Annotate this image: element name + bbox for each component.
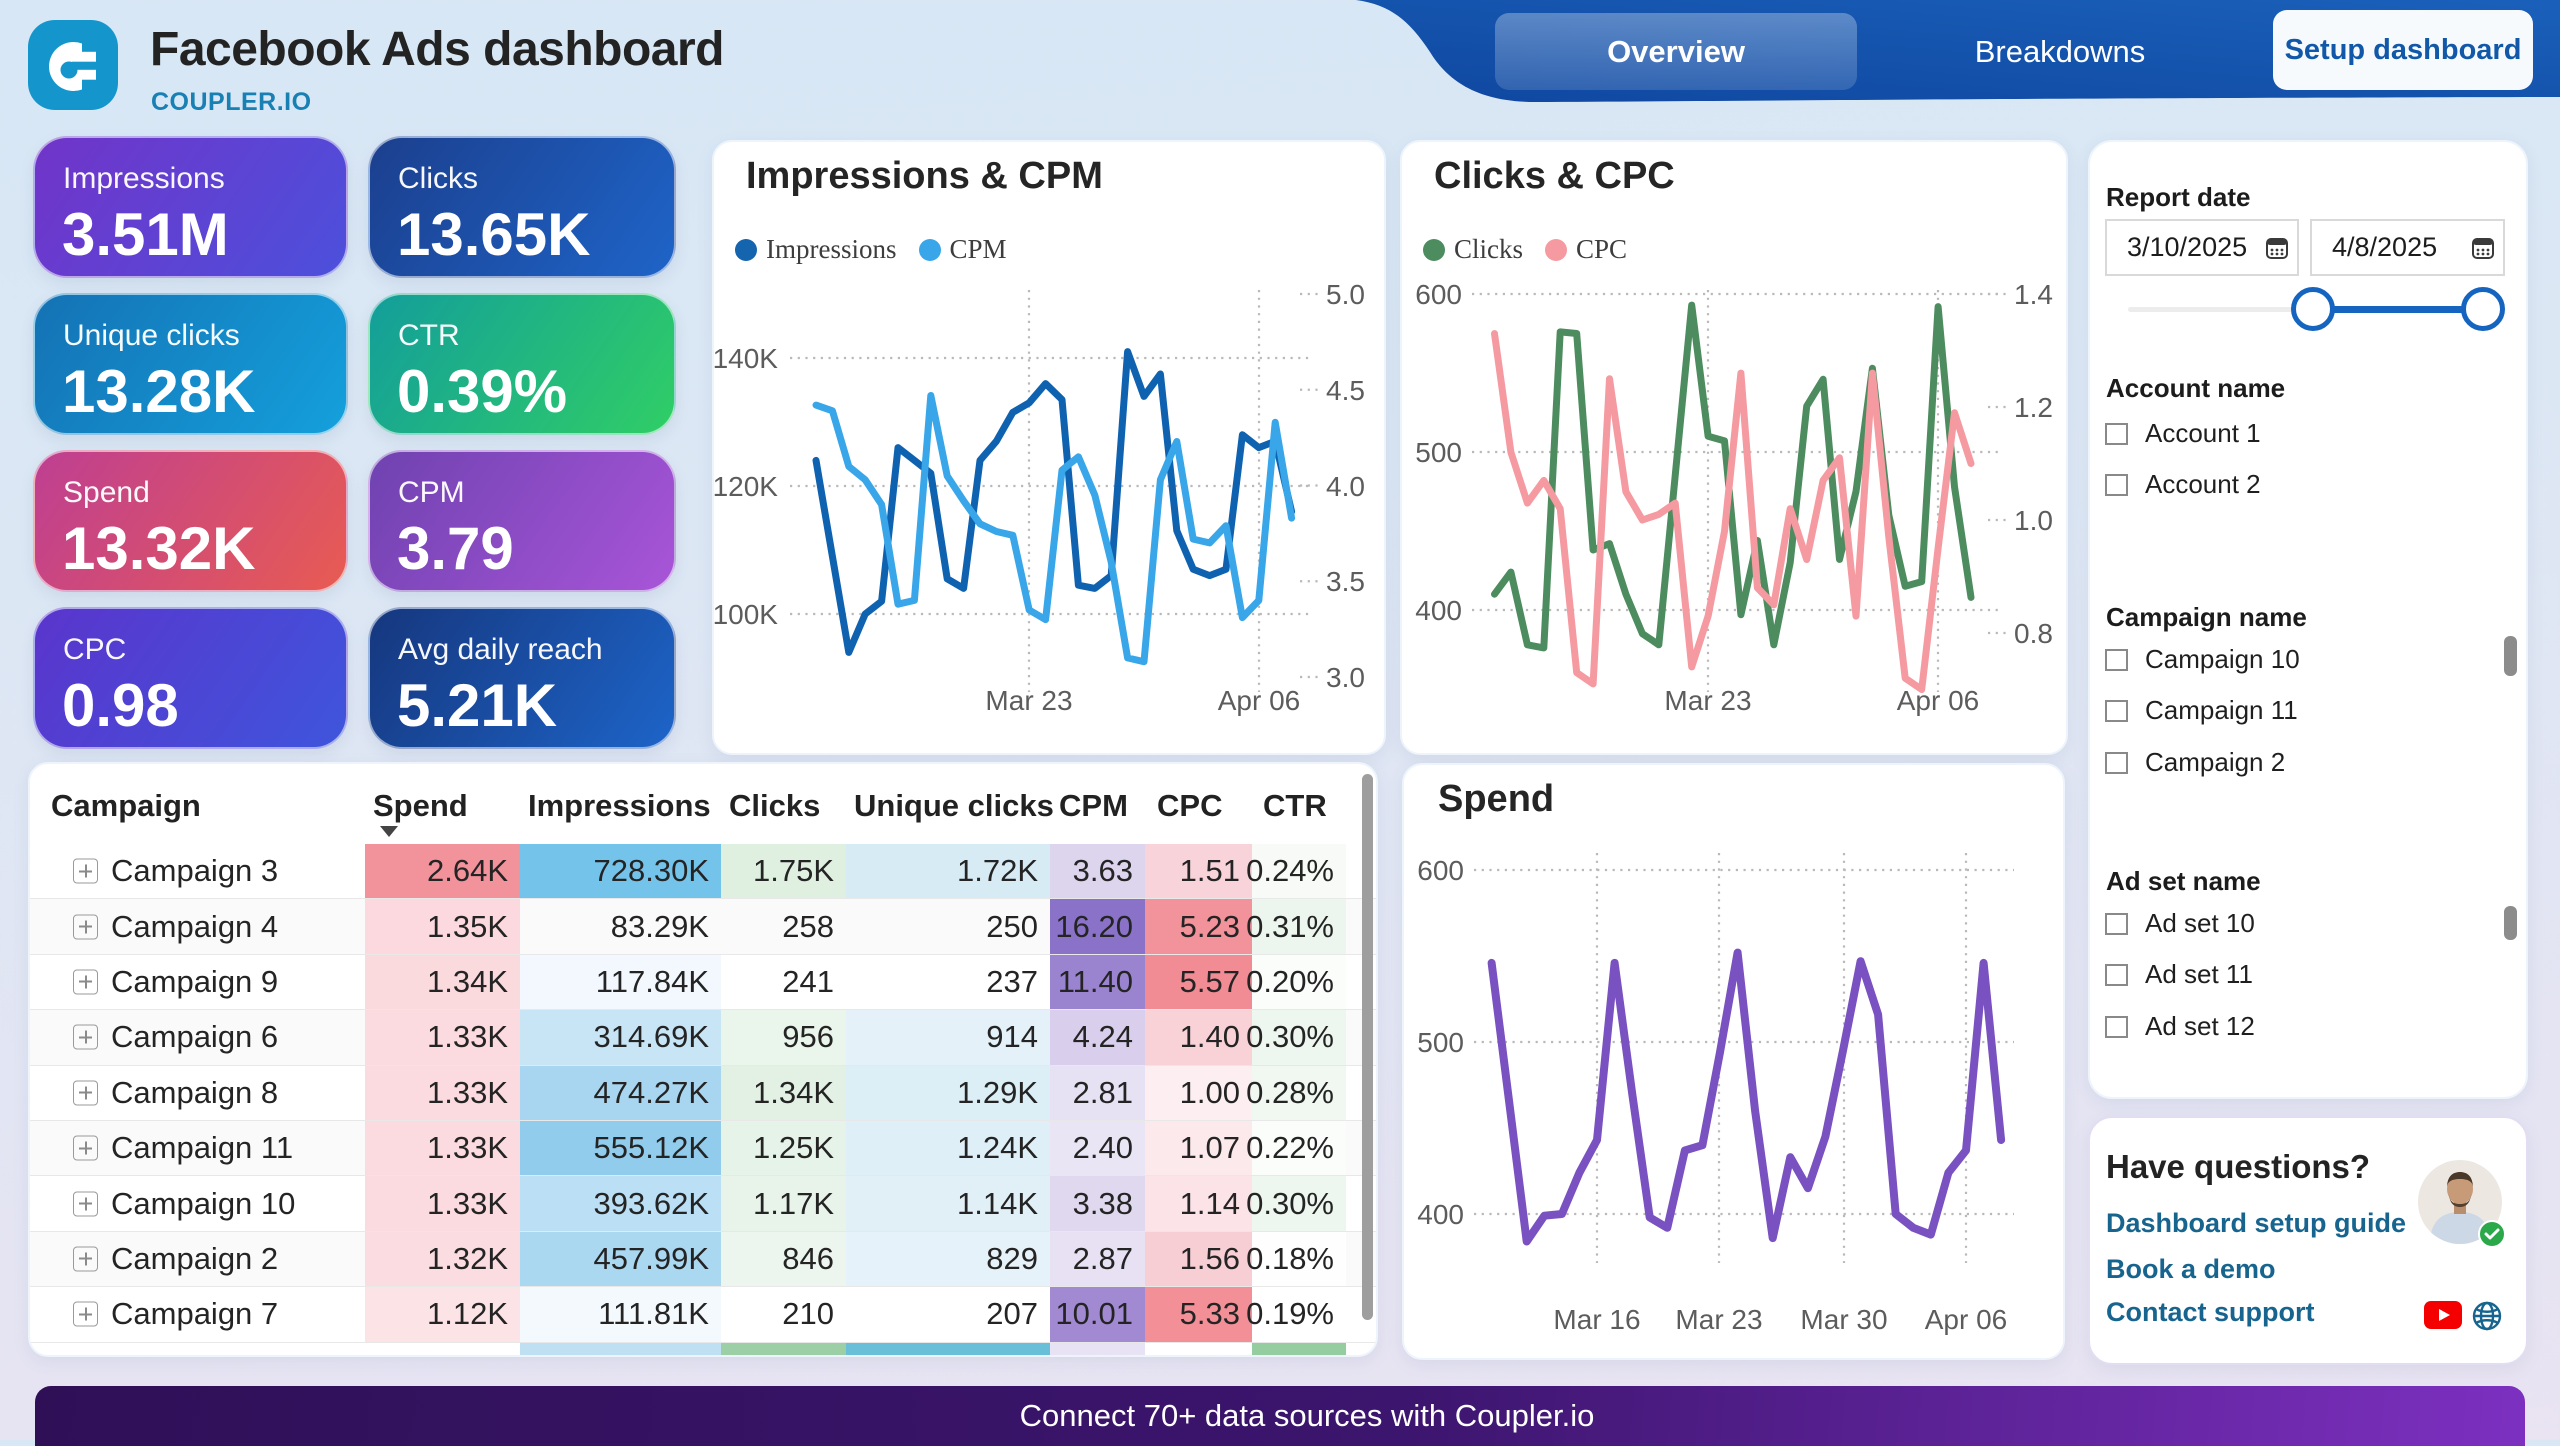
- svg-text:500: 500: [1415, 437, 1462, 468]
- svg-text:3.5: 3.5: [1326, 566, 1365, 597]
- svg-text:140K: 140K: [713, 343, 779, 374]
- svg-text:Apr 06: Apr 06: [1925, 1304, 2008, 1335]
- svg-text:Apr 06: Apr 06: [1897, 685, 1980, 716]
- svg-text:Mar 23: Mar 23: [985, 685, 1072, 716]
- svg-text:400: 400: [1417, 1199, 1464, 1230]
- svg-text:3.0: 3.0: [1326, 662, 1365, 693]
- svg-text:0.8: 0.8: [2014, 618, 2053, 649]
- svg-text:5.0: 5.0: [1326, 279, 1365, 310]
- svg-text:500: 500: [1417, 1027, 1464, 1058]
- svg-text:Mar 30: Mar 30: [1800, 1304, 1887, 1335]
- svg-text:1.2: 1.2: [2014, 392, 2053, 423]
- svg-text:120K: 120K: [713, 471, 779, 502]
- svg-text:600: 600: [1415, 279, 1462, 310]
- svg-text:4.5: 4.5: [1326, 375, 1365, 406]
- svg-text:Mar 23: Mar 23: [1664, 685, 1751, 716]
- svg-text:600: 600: [1417, 855, 1464, 886]
- svg-text:4.0: 4.0: [1326, 471, 1365, 502]
- svg-text:400: 400: [1415, 595, 1462, 626]
- svg-text:Apr 06: Apr 06: [1218, 685, 1301, 716]
- svg-text:1.0: 1.0: [2014, 505, 2053, 536]
- svg-text:1.4: 1.4: [2014, 279, 2053, 310]
- svg-text:Mar 16: Mar 16: [1553, 1304, 1640, 1335]
- svg-text:100K: 100K: [713, 599, 779, 630]
- svg-text:Mar 23: Mar 23: [1675, 1304, 1762, 1335]
